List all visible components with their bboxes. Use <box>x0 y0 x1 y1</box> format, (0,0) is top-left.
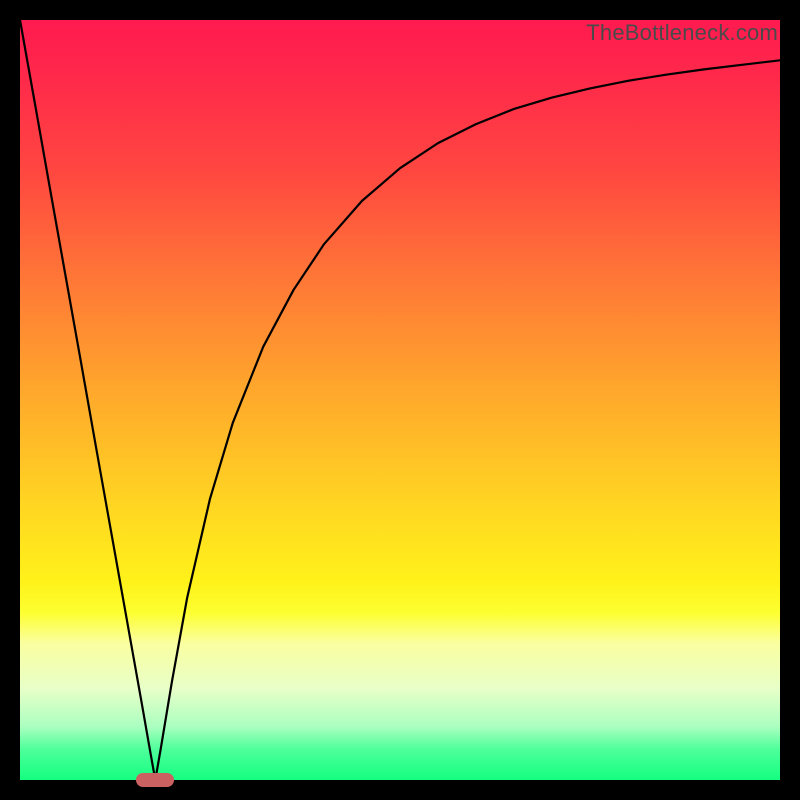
watermark-text: TheBottleneck.com <box>586 20 778 46</box>
curve-path <box>20 20 780 780</box>
bottleneck-curve <box>20 20 780 780</box>
minimum-marker <box>136 773 174 787</box>
plot-frame <box>20 20 780 780</box>
